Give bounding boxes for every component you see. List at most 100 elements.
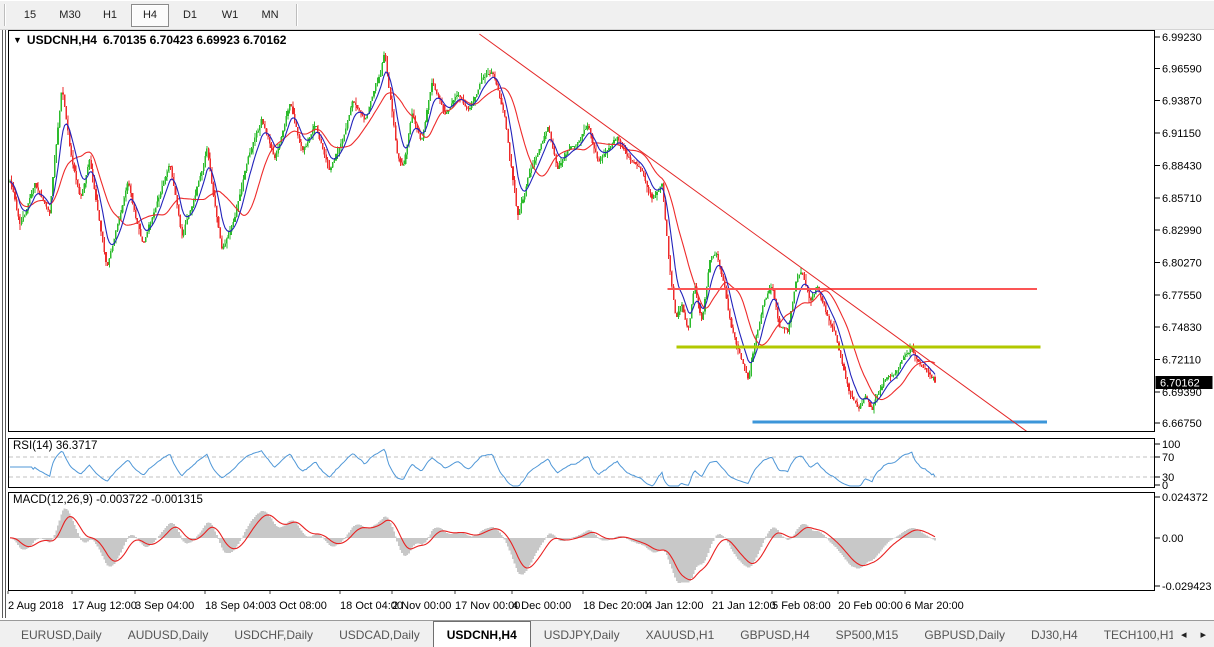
- candle-body: [302, 146, 304, 151]
- candle-body: [894, 373, 897, 375]
- candle-body: [242, 179, 245, 189]
- candle-body: [158, 197, 160, 202]
- candle-body: [207, 148, 210, 159]
- candle-body: [507, 129, 509, 143]
- candle-body: [785, 328, 787, 330]
- candle-body: [707, 272, 710, 287]
- candle-body: [323, 149, 326, 155]
- candle-body: [437, 93, 440, 98]
- candle-body: [24, 214, 26, 218]
- candle-body: [224, 243, 226, 247]
- time-axis-label: 3 Oct 08:00: [270, 600, 327, 612]
- time-axis-label: 2 Nov 00:00: [392, 600, 451, 612]
- candle-body: [700, 313, 703, 320]
- candle-body: [803, 274, 806, 280]
- timeframe-button-m30[interactable]: M30: [51, 4, 89, 27]
- candle-body: [618, 136, 620, 141]
- tab-dj30-h4[interactable]: DJ30,H4: [1018, 621, 1091, 647]
- timeframe-button-h4[interactable]: H4: [131, 3, 169, 27]
- tab-usdcnh-h4[interactable]: USDCNH,H4: [432, 621, 531, 647]
- candle-body: [17, 208, 20, 217]
- tab-sp500-m15[interactable]: SP500,M15: [823, 621, 912, 647]
- candle-body: [345, 128, 347, 135]
- candle-body: [743, 363, 746, 369]
- candle-body: [134, 209, 137, 218]
- tab-eurusd-daily[interactable]: EURUSD,Daily: [8, 621, 115, 647]
- candle-body: [780, 327, 782, 329]
- tab-usdcad-daily[interactable]: USDCAD,Daily: [326, 621, 433, 647]
- candle-body: [710, 258, 713, 260]
- candle-body: [48, 210, 51, 214]
- candle-body: [206, 148, 208, 157]
- candle-body: [82, 188, 84, 196]
- candle-body: [404, 154, 407, 164]
- time-axis-label: 18 Dec 20:00: [583, 600, 648, 612]
- candle-body: [232, 221, 235, 227]
- timeframe-button-h1[interactable]: H1: [91, 4, 129, 27]
- candle-body: [50, 196, 53, 214]
- candle-body: [796, 277, 799, 283]
- time-axis-label: 4 Dec 00:00: [512, 600, 571, 612]
- candle-body: [899, 363, 902, 368]
- candle-body: [671, 271, 673, 287]
- candle-body: [37, 187, 39, 191]
- candle-body: [115, 230, 117, 239]
- candle-body: [65, 106, 68, 120]
- tab-xauusd-h1[interactable]: XAUUSD,H1: [633, 621, 728, 647]
- candle-body: [108, 258, 111, 265]
- candle-body: [586, 125, 589, 129]
- candle-body: [214, 195, 216, 207]
- tab-scroll-right-icon[interactable]: ▸: [1200, 628, 1206, 641]
- candle-body: [313, 125, 316, 130]
- rsi-axis-label: 0: [1162, 480, 1168, 492]
- candle-body: [57, 127, 59, 145]
- candle-body: [403, 163, 405, 166]
- timeframe-button-d1[interactable]: D1: [171, 4, 209, 27]
- candle-body: [95, 188, 97, 200]
- tab-usdchf-daily[interactable]: USDCHF,Daily: [221, 621, 326, 647]
- candle-body: [666, 219, 668, 237]
- chart-tab-bar: EURUSD,Daily AUDUSD,Daily USDCHF,Daily USDC…: [0, 620, 1214, 647]
- candle-body: [664, 201, 667, 220]
- candle-body: [500, 97, 503, 105]
- candle-body: [227, 235, 230, 239]
- candle-body: [341, 138, 344, 144]
- candle-body: [288, 104, 291, 111]
- candle-body: [886, 377, 888, 380]
- candle-body: [139, 229, 142, 237]
- tab-scroll-left-icon[interactable]: ◂: [1181, 628, 1187, 641]
- tab-gbpusd-daily[interactable]: GBPUSD,Daily: [911, 621, 1018, 647]
- timeframe-button-15[interactable]: 15: [11, 4, 49, 27]
- candle-body: [811, 297, 814, 301]
- candle-body: [20, 221, 23, 225]
- candle-body: [800, 272, 802, 275]
- timeframe-button-mn[interactable]: MN: [251, 4, 289, 27]
- candle-body: [325, 154, 327, 160]
- chart-symbol-period: USDCNH,H4: [26, 33, 97, 47]
- candle-body: [474, 97, 476, 102]
- candle-body: [727, 298, 729, 311]
- timeframe-button-w1[interactable]: W1: [211, 4, 249, 27]
- candle-body: [348, 115, 351, 121]
- tab-gbpusd-h4[interactable]: GBPUSD,H4: [727, 621, 822, 647]
- candle-body: [523, 193, 526, 200]
- time-axis-label: 4 Jan 12:00: [646, 600, 704, 612]
- chart-canvas[interactable]: 6.99230 6.96590 6.93870 6.91150 6.88430 6.857…: [0, 0, 1214, 647]
- candle-body: [872, 403, 875, 410]
- tab-tech100-h1[interactable]: TECH100,H1: [1091, 621, 1173, 647]
- candle-body: [363, 114, 365, 120]
- candle-body: [681, 304, 683, 307]
- candle-body: [364, 117, 367, 120]
- candle-body: [730, 318, 733, 328]
- candle-body: [144, 237, 147, 243]
- tab-usdjpy-daily[interactable]: USDJPY,Daily: [531, 621, 633, 647]
- candle-body: [96, 199, 99, 211]
- candle-body: [654, 195, 657, 198]
- candle-body: [750, 361, 753, 372]
- candle-body: [376, 83, 379, 87]
- tab-audusd-daily[interactable]: AUDUSD,Daily: [115, 621, 222, 647]
- symbol-dropdown-icon[interactable]: ▼: [13, 35, 22, 45]
- time-axis-label: 18 Sep 04:00: [205, 600, 270, 612]
- macd-axis-label: 0.024372: [1162, 492, 1208, 504]
- candle-body: [283, 123, 286, 131]
